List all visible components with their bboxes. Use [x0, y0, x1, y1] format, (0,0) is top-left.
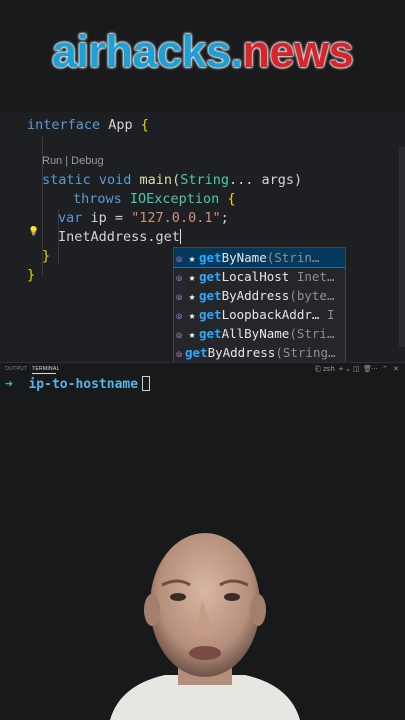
tab-terminal[interactable]: TERMINAL: [32, 366, 60, 372]
close-icon[interactable]: ✕: [393, 365, 399, 373]
suggestion-match: get: [199, 307, 222, 322]
maximize-icon[interactable]: ⌃: [382, 365, 388, 373]
suggestion-label: ByAddress: [221, 288, 290, 303]
code-line-4: throws IOException {: [73, 191, 236, 207]
prompt-arrow-icon: ➜: [5, 377, 13, 392]
suggestion-label: ByAddress: [207, 345, 276, 360]
text-cursor: [179, 229, 181, 244]
code-line-5: var ip = "127.0.0.1";: [58, 210, 229, 226]
suggestion-match: get: [199, 288, 222, 303]
active-tab-indicator: [32, 373, 56, 374]
suggestion-detail: (String…: [275, 345, 336, 360]
new-terminal-icon[interactable]: +: [338, 365, 344, 373]
editor-scrollbar[interactable]: [399, 147, 405, 347]
suggestion-detail: I: [319, 307, 335, 322]
suggestion-detail: (byte…: [289, 288, 335, 303]
brand-word-news: news: [242, 26, 354, 77]
suggestion-label: LoopbackAddr…: [221, 307, 320, 322]
suggestion-match: get: [185, 345, 208, 360]
brand-word-airhacks: airhacks: [51, 26, 231, 77]
suggestion-item[interactable]: ⦾ ★ getLoopbackAddr… I: [174, 305, 345, 324]
suggestion-detail: (Strin…: [266, 250, 320, 265]
suggestion-item[interactable]: ⦾ ★ getByName(Strin…: [174, 248, 345, 268]
suggestion-match: get: [199, 326, 222, 341]
suggestion-detail: (Stri…: [289, 326, 335, 341]
terminal-icon: ⎗: [315, 365, 321, 373]
prompt-directory: ip-to-hostname: [28, 377, 139, 392]
suggestion-label: ByName: [221, 250, 267, 265]
code-line-6: InetAddress.get: [58, 229, 181, 245]
star-icon: ★: [188, 290, 196, 303]
presenter-video: [110, 533, 300, 720]
split-icon[interactable]: ◫: [353, 365, 360, 373]
brand-dot: .: [230, 26, 244, 77]
tab-output[interactable]: OUTPUT: [5, 366, 27, 372]
chevron-down-icon[interactable]: ⌄: [345, 365, 351, 373]
code-line-1: interface App {: [27, 117, 149, 133]
suggestion-item[interactable]: ⦾ ★ getLocalHost Inet…: [174, 267, 345, 286]
code-line-8: }: [27, 267, 36, 283]
suggestion-item[interactable]: ⦾ getByAddress(String…: [174, 343, 345, 362]
suggestion-match: get: [199, 269, 222, 284]
suggestion-label: AllByName: [221, 326, 290, 341]
star-icon: ★: [188, 271, 196, 284]
panel-tab-bar: OUTPUT TERMINAL ⎗ zsh + ⌄ ◫ 🗑 ··· ⌃ ✕: [0, 362, 405, 374]
suggestion-item[interactable]: ⦾ ★ getByAddress(byte…: [174, 286, 345, 305]
terminal-prompt[interactable]: ➜ ip-to-hostname: [5, 376, 151, 392]
star-icon: ★: [188, 309, 196, 322]
star-icon: ★: [188, 252, 196, 265]
suggestion-match: get: [199, 250, 222, 265]
codelens-run-debug[interactable]: Run | Debug: [42, 155, 104, 167]
star-icon: ★: [188, 328, 196, 341]
code-line-3: static void main(String... args): [42, 172, 303, 188]
suggestion-label: LocalHost: [221, 269, 290, 284]
suggestion-detail: Inet…: [289, 269, 335, 284]
suggestion-item[interactable]: ⦾ ★ getAllByName(Stri…: [174, 324, 345, 343]
lightbulb-icon[interactable]: 💡: [28, 227, 39, 237]
brand-logo: airhacks.news: [0, 26, 405, 78]
code-line-7: }: [42, 248, 51, 264]
method-icon: ⦾: [176, 350, 183, 359]
terminal-cursor: [142, 376, 151, 391]
banner: airhacks.news: [0, 0, 405, 112]
shell-label[interactable]: zsh: [323, 365, 335, 373]
more-icon[interactable]: ···: [371, 365, 378, 373]
autocomplete-popup[interactable]: ⦾ ★ getByName(Strin… ⦾ ★ getLocalHost Inet… ⦾ ★…: [173, 247, 346, 363]
